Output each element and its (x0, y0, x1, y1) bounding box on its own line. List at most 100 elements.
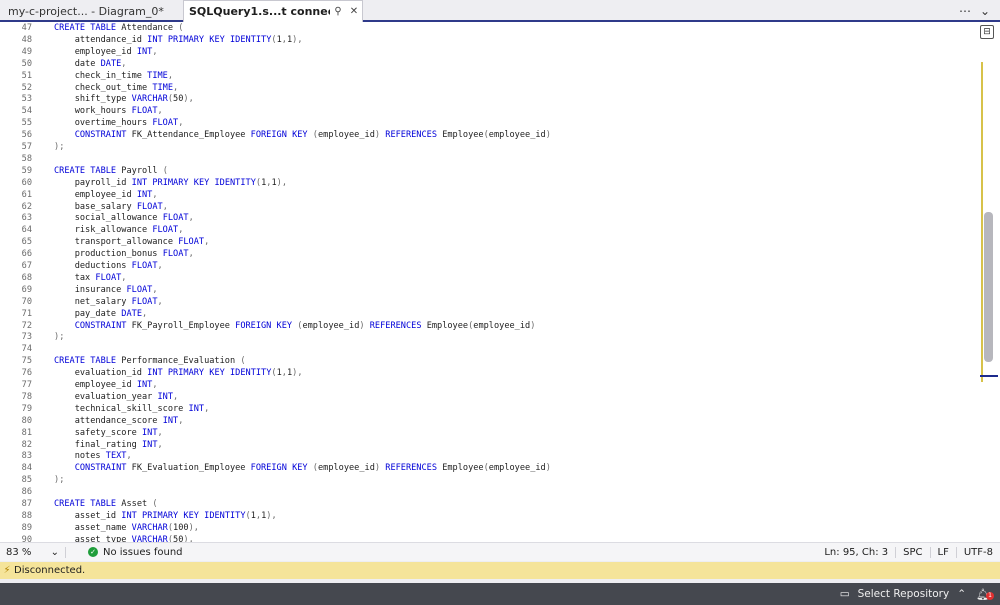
tab-diagram[interactable]: my-c-project... - Diagram_0* (0, 0, 182, 22)
code-text: base_salary FLOAT, (74, 201, 168, 212)
line-number: 85 (21, 475, 32, 486)
chevron-down-icon[interactable]: ⌄ (976, 4, 994, 18)
line-number: 50 (21, 58, 32, 69)
line-number: 52 (21, 82, 32, 93)
issues-indicator[interactable]: ✓ No issues found (66, 547, 817, 558)
code-line[interactable]: 81 safety_score INT, (0, 427, 980, 439)
document-tab-bar: my-c-project... - Diagram_0* SQLQuery1.s… (0, 0, 1000, 22)
code-text: CONSTRAINT FK_Attendance_Employee FOREIG… (74, 130, 551, 141)
code-text: net_salary FLOAT, (74, 296, 163, 307)
editor-info: Ln: 95, Ch: 3 SPC LF UTF-8 (817, 546, 1000, 558)
code-line[interactable]: 77 employee_id INT, (0, 379, 980, 391)
line-number: 54 (21, 106, 32, 117)
code-text: CREATE TABLE Performance_Evaluation ( (54, 356, 246, 367)
code-line[interactable]: 87 CREATE TABLE Asset ( (0, 498, 980, 510)
code-text: pay_date DATE, (74, 308, 148, 319)
code-line[interactable]: 58 (0, 153, 980, 165)
code-line[interactable]: 82 final_rating INT, (0, 439, 980, 451)
code-text: final_rating INT, (74, 439, 163, 450)
code-text: work_hours FLOAT, (74, 106, 163, 117)
code-text: ); (54, 142, 65, 152)
code-line[interactable]: 85); (0, 474, 980, 486)
line-number: 86 (21, 487, 32, 498)
code-line[interactable]: 66 production_bonus FLOAT, (0, 248, 980, 260)
code-text: ); (54, 475, 65, 486)
encoding[interactable]: UTF-8 (955, 546, 1000, 558)
code-line[interactable]: 74 (0, 343, 980, 355)
code-line[interactable]: 57); (0, 141, 980, 153)
code-line[interactable]: 48 attendance_id INT PRIMARY KEY IDENTIT… (0, 34, 980, 46)
gear-icon[interactable]: ⋯ (956, 4, 974, 18)
connection-text: Disconnected. (14, 565, 86, 576)
code-text: notes TEXT, (74, 451, 132, 462)
code-text: employee_id INT, (74, 189, 158, 200)
code-line[interactable]: 83 notes TEXT, (0, 450, 980, 462)
code-line[interactable]: 64 risk_allowance FLOAT, (0, 224, 980, 236)
code-line[interactable]: 71 pay_date DATE, (0, 308, 980, 320)
line-number: 56 (21, 130, 32, 141)
sql-editor[interactable]: 47 CREATE TABLE Attendance (48 attendance… (0, 22, 1000, 542)
repository-icon: ▭ (839, 588, 850, 600)
scrollbar-thumb[interactable] (984, 212, 993, 362)
code-text: tax FLOAT, (74, 272, 127, 283)
chevron-up-icon: ⌃ (957, 588, 966, 600)
pin-icon[interactable]: ⚲ (330, 6, 346, 17)
code-line[interactable]: 47 CREATE TABLE Attendance ( (0, 22, 980, 34)
code-line[interactable]: 68 tax FLOAT, (0, 272, 980, 284)
code-line[interactable]: 84 CONSTRAINT FK_Evaluation_Employee FOR… (0, 462, 980, 474)
vertical-scrollbar[interactable] (980, 52, 1000, 382)
code-line[interactable]: 76 evaluation_id INT PRIMARY KEY IDENTIT… (0, 367, 980, 379)
code-line[interactable]: 61 employee_id INT, (0, 189, 980, 201)
connection-status-bar: ⚡ Disconnected. (0, 562, 1000, 579)
notification-badge: 1 (986, 591, 994, 600)
code-line[interactable]: 89 asset_name VARCHAR(100), (0, 522, 980, 534)
zoom-value: 83 % (6, 546, 32, 558)
cursor-position[interactable]: Ln: 95, Ch: 3 (817, 547, 895, 558)
code-line[interactable]: 79 technical_skill_score INT, (0, 403, 980, 415)
notifications-button[interactable]: 🔔︎ 1 (976, 588, 994, 601)
code-text: evaluation_id INT PRIMARY KEY IDENTITY(1… (74, 368, 303, 379)
line-ending[interactable]: LF (929, 546, 956, 558)
code-text: CREATE TABLE Attendance ( (54, 23, 184, 33)
code-text: asset_name VARCHAR(100), (74, 522, 199, 533)
code-line[interactable]: 72 CONSTRAINT FK_Payroll_Employee FOREIG… (0, 320, 980, 332)
code-line[interactable]: 80 attendance_score INT, (0, 415, 980, 427)
code-line[interactable]: 59 CREATE TABLE Payroll ( (0, 165, 980, 177)
close-icon[interactable]: ✕ (346, 6, 362, 17)
code-line[interactable]: 90 asset_type VARCHAR(50), (0, 534, 980, 542)
code-line[interactable]: 53 shift_type VARCHAR(50), (0, 93, 980, 105)
code-line[interactable]: 78 evaluation_year INT, (0, 391, 980, 403)
code-line[interactable]: 70 net_salary FLOAT, (0, 296, 980, 308)
code-line[interactable]: 52 check_out_time TIME, (0, 82, 980, 94)
code-line[interactable]: 63 social_allowance FLOAT, (0, 212, 980, 224)
indent-mode[interactable]: SPC (895, 546, 929, 558)
line-number: 60 (21, 177, 32, 188)
line-number: 83 (21, 451, 32, 462)
code-line[interactable]: 69 insurance FLOAT, (0, 284, 980, 296)
code-text: CONSTRAINT FK_Evaluation_Employee FOREIG… (74, 463, 551, 474)
code-line[interactable]: 50 date DATE, (0, 58, 980, 70)
code-text: technical_skill_score INT, (74, 403, 210, 414)
line-number: 79 (21, 403, 32, 414)
code-line[interactable]: 49 employee_id INT, (0, 46, 980, 58)
code-line[interactable]: 67 deductions FLOAT, (0, 260, 980, 272)
line-number: 49 (21, 46, 32, 57)
code-line[interactable]: 54 work_hours FLOAT, (0, 105, 980, 117)
split-view-icon[interactable]: ⊟ (980, 25, 994, 39)
code-line[interactable]: 86 (0, 486, 980, 498)
code-line[interactable]: 88 asset_id INT PRIMARY KEY IDENTITY(1,1… (0, 510, 980, 522)
code-line[interactable]: 62 base_salary FLOAT, (0, 201, 980, 213)
code-text: check_in_time TIME, (74, 70, 174, 81)
code-line[interactable]: 60 payroll_id INT PRIMARY KEY IDENTITY(1… (0, 177, 980, 189)
code-line[interactable]: 75 CREATE TABLE Performance_Evaluation ( (0, 355, 980, 367)
tab-sqlquery[interactable]: SQLQuery1.s...t connected* ⚲ ✕ (183, 0, 363, 22)
code-line[interactable]: 51 check_in_time TIME, (0, 70, 980, 82)
code-line[interactable]: 65 transport_allowance FLOAT, (0, 236, 980, 248)
code-text: attendance_id INT PRIMARY KEY IDENTITY(1… (74, 34, 303, 45)
select-repository-button[interactable]: ▭ Select Repository ⌃ (840, 588, 966, 600)
code-line[interactable]: 56 CONSTRAINT FK_Attendance_Employee FOR… (0, 129, 980, 141)
code-line[interactable]: 73); (0, 331, 980, 343)
code-line[interactable]: 55 overtime_hours FLOAT, (0, 117, 980, 129)
zoom-selector[interactable]: 83 % ⌄ (0, 546, 66, 558)
line-number: 61 (21, 189, 32, 200)
